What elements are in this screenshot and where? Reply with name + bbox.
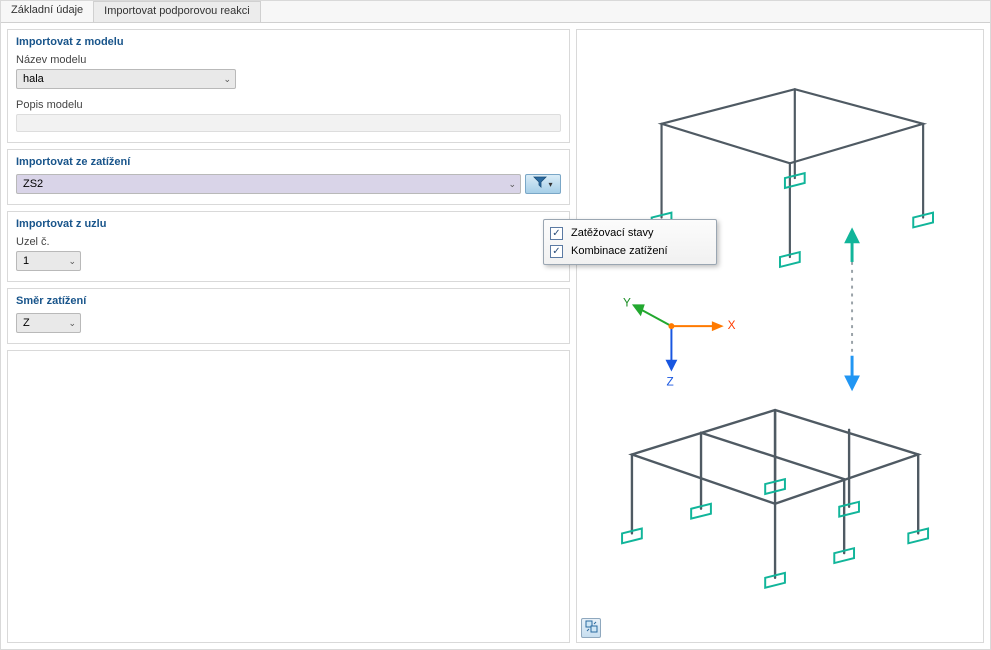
select-model-name[interactable]: hala ⌄: [16, 69, 236, 89]
load-filter-dropdown-button[interactable]: ▾: [525, 174, 561, 194]
select-value: 1: [23, 255, 29, 267]
chevron-down-icon: ⌄: [68, 318, 76, 329]
group-import-load: Importovat ze zatížení ZS2 ⌄ ▾: [7, 149, 570, 205]
swap-icon: [585, 620, 598, 636]
group-import-model: Importovat z modelu Název modelu hala ⌄ …: [7, 29, 570, 143]
group-import-node: Importovat z uzlu Uzel č. 1 ⌄: [7, 211, 570, 282]
popup-option-label: Kombinace zatížení: [571, 245, 668, 257]
popup-option-load-cases[interactable]: ✓ Zatěžovací stavy: [550, 224, 710, 242]
caret-down-icon: ▾: [548, 180, 552, 189]
label-model-desc: Popis modelu: [16, 99, 561, 111]
preview-viewport: X Y Z: [576, 29, 984, 643]
preview-illustration: X Y Z: [577, 30, 983, 642]
empty-panel: [7, 350, 570, 643]
select-value: ZS2: [23, 178, 43, 190]
group-load-direction: Směr zatížení Z ⌄: [7, 288, 570, 344]
input-model-desc[interactable]: [16, 114, 561, 132]
group-title: Importovat z modelu: [16, 36, 561, 48]
load-filter-popup: ✓ Zatěžovací stavy ✓ Kombinace zatížení: [543, 219, 717, 265]
axis-y-label: Y: [623, 295, 631, 309]
checkbox-icon: ✓: [550, 245, 563, 258]
select-load-direction[interactable]: Z ⌄: [16, 313, 81, 333]
chevron-down-icon: ⌄: [223, 74, 231, 85]
axis-z-label: Z: [666, 374, 673, 388]
select-node-no[interactable]: 1 ⌄: [16, 251, 81, 271]
select-value: Z: [23, 317, 30, 329]
popup-option-load-combinations[interactable]: ✓ Kombinace zatížení: [550, 242, 710, 260]
checkbox-icon: ✓: [550, 227, 563, 240]
select-load-case[interactable]: ZS2 ⌄: [16, 174, 521, 194]
select-value: hala: [23, 73, 44, 85]
group-title: Směr zatížení: [16, 295, 561, 307]
chevron-down-icon: ⌄: [68, 256, 76, 267]
viewport-tool-button[interactable]: [581, 618, 601, 638]
popup-option-label: Zatěžovací stavy: [571, 227, 654, 239]
axis-x-label: X: [728, 318, 736, 332]
form-panel: Importovat z modelu Název modelu hala ⌄ …: [1, 23, 576, 649]
filter-icon: [533, 175, 547, 193]
tab-basic-data[interactable]: Základní údaje: [1, 1, 94, 22]
group-title: Importovat ze zatížení: [16, 156, 561, 168]
label-node-no: Uzel č.: [16, 236, 561, 248]
chevron-down-icon: ⌄: [508, 179, 516, 190]
label-model-name: Název modelu: [16, 54, 561, 66]
group-title: Importovat z uzlu: [16, 218, 561, 230]
tab-bar: Základní údaje Importovat podporovou rea…: [1, 1, 990, 23]
tab-import-support-reaction[interactable]: Importovat podporovou reakci: [94, 1, 261, 22]
